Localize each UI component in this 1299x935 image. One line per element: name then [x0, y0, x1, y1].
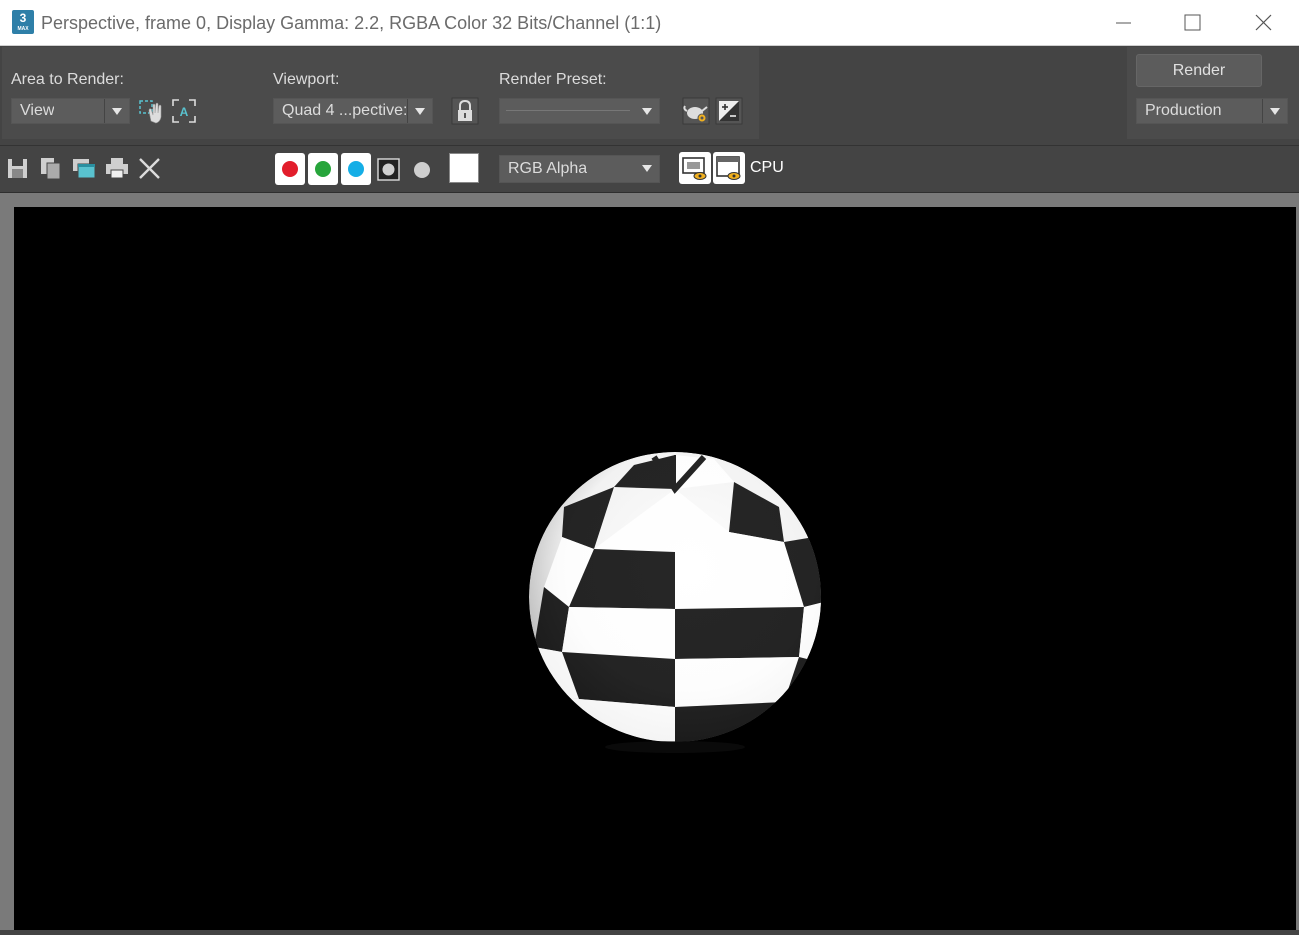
blue-channel-icon: [348, 161, 364, 177]
channel-display-dropdown[interactable]: RGB Alpha: [499, 155, 660, 183]
area-to-render-dropdown[interactable]: View: [11, 98, 130, 124]
render-preset-label: Render Preset:: [499, 71, 607, 88]
render-setup-teapot-icon[interactable]: [682, 97, 710, 125]
minimize-icon[interactable]: [1108, 10, 1138, 36]
title-bar: 3 MAX Perspective, frame 0, Display Gamma…: [0, 0, 1299, 46]
renderer-label: CPU: [750, 159, 784, 176]
copy-image-icon[interactable]: [38, 154, 64, 182]
svg-text:A: A: [180, 105, 189, 119]
lock-icon[interactable]: [451, 97, 479, 125]
clear-color-swatch[interactable]: [449, 153, 479, 183]
blue-channel-toggle[interactable]: [341, 153, 371, 185]
print-image-icon[interactable]: [104, 154, 130, 182]
clone-frame-buffer-icon[interactable]: [71, 154, 97, 182]
save-image-icon[interactable]: [5, 154, 31, 182]
empty-panel: [771, 47, 1127, 139]
chevron-down-icon: [1262, 99, 1287, 123]
window-title: Perspective, frame 0, Display Gamma: 2.2…: [41, 13, 662, 33]
3dsmax-app-icon: 3 MAX: [12, 10, 34, 34]
render-mode-dropdown[interactable]: Production: [1136, 98, 1288, 124]
checkered-sphere-render: [529, 452, 821, 753]
render-button[interactable]: Render: [1136, 54, 1262, 87]
green-channel-toggle[interactable]: [308, 153, 338, 185]
chevron-down-icon: [635, 99, 659, 123]
red-channel-icon: [282, 161, 298, 177]
render-preset-dropdown[interactable]: [499, 98, 660, 124]
area-to-render-label: Area to Render:: [11, 71, 124, 88]
viewport-label: Viewport:: [273, 71, 340, 88]
viewport-dropdown[interactable]: Quad 4 ...pective:: [273, 98, 433, 124]
red-channel-toggle[interactable]: [275, 153, 305, 185]
monochrome-icon[interactable]: [409, 156, 435, 184]
chevron-down-icon: [635, 156, 659, 182]
edit-region-icon[interactable]: [137, 97, 165, 125]
alpha-channel-icon[interactable]: [376, 156, 402, 184]
render-settings-panel: [2, 47, 759, 139]
rendered-image[interactable]: [14, 207, 1296, 930]
exposure-control-icon[interactable]: [715, 97, 743, 125]
toggle-ui-icon[interactable]: [713, 152, 745, 184]
auto-region-icon[interactable]: A: [170, 97, 198, 125]
green-channel-icon: [315, 161, 331, 177]
close-icon[interactable]: [1248, 10, 1278, 36]
clear-image-icon[interactable]: [137, 154, 163, 182]
separator-line: [506, 110, 630, 111]
chevron-down-icon: [104, 99, 129, 123]
chevron-down-icon: [407, 99, 432, 123]
maximize-icon[interactable]: [1177, 10, 1207, 36]
toggle-ui-overlays-icon[interactable]: [679, 152, 711, 184]
